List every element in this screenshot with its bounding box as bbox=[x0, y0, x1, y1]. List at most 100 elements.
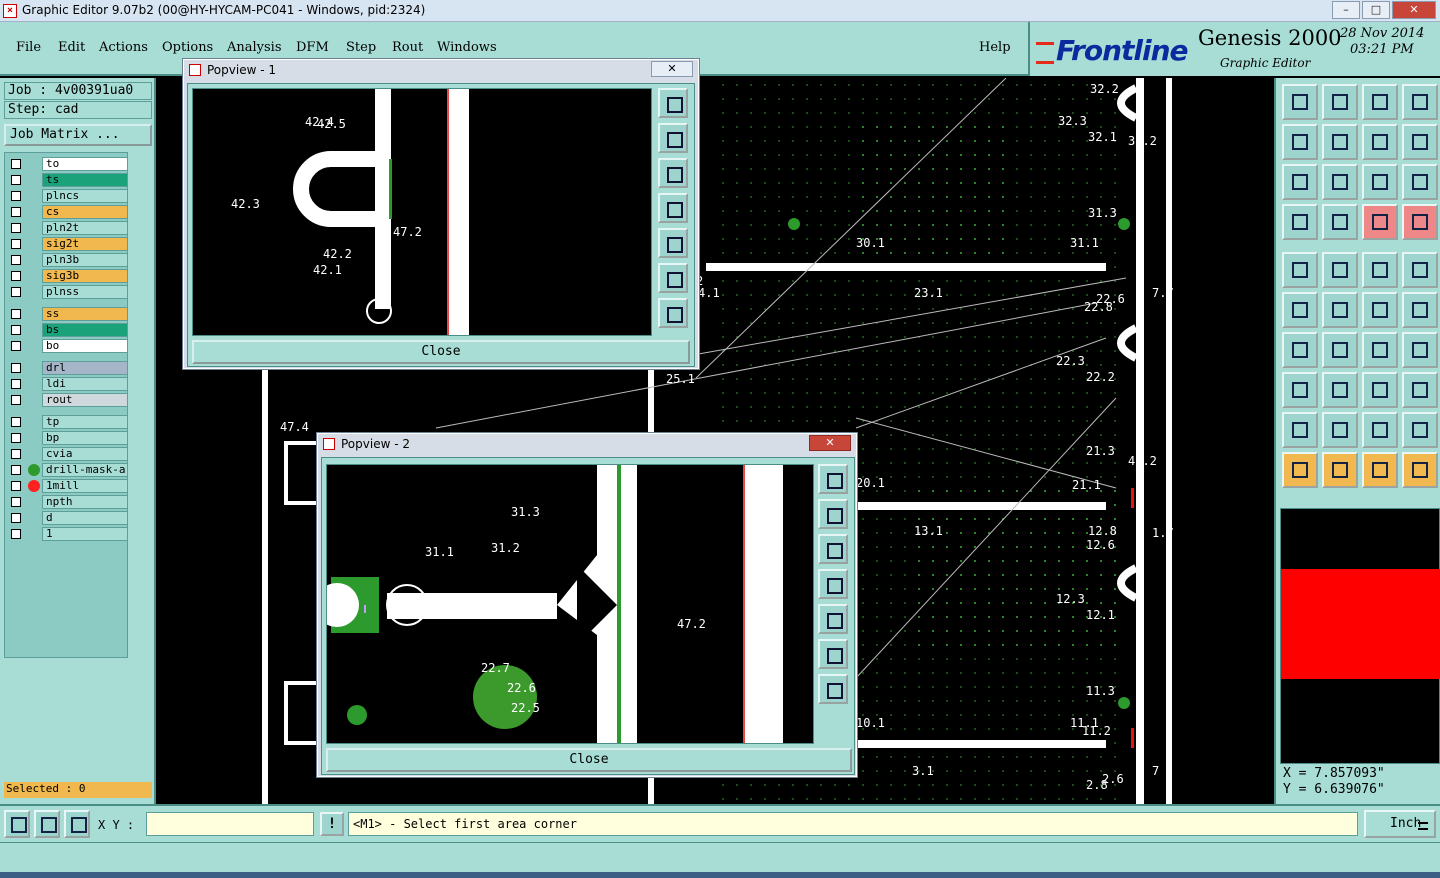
edit-tool-icon[interactable] bbox=[1282, 204, 1318, 240]
popview-1-tool-icon[interactable] bbox=[658, 263, 688, 293]
window-icon[interactable] bbox=[1402, 84, 1438, 120]
layer-checkbox[interactable] bbox=[11, 287, 21, 297]
layer-row[interactable]: bo bbox=[8, 339, 128, 353]
popview-2-close-button[interactable]: Close bbox=[326, 748, 852, 772]
menu-windows[interactable]: Windows bbox=[437, 40, 497, 55]
popview-2-tool-icon[interactable] bbox=[818, 534, 848, 564]
layer-row[interactable]: d bbox=[8, 511, 128, 525]
layer-checkbox[interactable] bbox=[11, 207, 21, 217]
menu-actions[interactable]: Actions bbox=[99, 40, 148, 55]
popview-2-close-icon[interactable]: ✕ bbox=[809, 435, 851, 451]
ruler-icon[interactable] bbox=[1362, 252, 1398, 288]
layer-name[interactable]: drl bbox=[42, 361, 128, 375]
cross-node-icon[interactable] bbox=[1322, 292, 1358, 328]
maximize-button[interactable]: □ bbox=[1362, 1, 1390, 19]
layer-name[interactable]: npth bbox=[42, 495, 128, 509]
zoom-fit-icon[interactable] bbox=[1282, 164, 1318, 200]
warning-button[interactable]: ! bbox=[320, 812, 344, 836]
layer-checkbox[interactable] bbox=[11, 417, 21, 427]
layer-row[interactable]: ldi bbox=[8, 377, 128, 391]
menu-file[interactable]: File bbox=[16, 40, 41, 55]
layer-checkbox[interactable] bbox=[11, 271, 21, 281]
layer-checkbox[interactable] bbox=[11, 433, 21, 443]
layers-red-icon[interactable] bbox=[1362, 204, 1398, 240]
zoom-area-icon[interactable] bbox=[4, 810, 30, 838]
layer-checkbox[interactable] bbox=[11, 529, 21, 539]
angle-icon[interactable] bbox=[1282, 332, 1318, 368]
layer-name[interactable]: 1 bbox=[42, 527, 128, 541]
layer-name[interactable]: plncs bbox=[42, 189, 128, 203]
layer-name[interactable]: cs bbox=[42, 205, 128, 219]
layer-name[interactable]: bs bbox=[42, 323, 128, 337]
popview-2-tool-icon[interactable] bbox=[818, 604, 848, 634]
slash-icon[interactable] bbox=[1322, 332, 1358, 368]
popview-1-view[interactable]: 42.4 42.5 42.3 47.2 42.2 42.1 bbox=[192, 88, 652, 336]
layers-pink-icon[interactable] bbox=[1402, 204, 1438, 240]
popview-1-tool-icon[interactable] bbox=[658, 298, 688, 328]
grid-snap-icon[interactable] bbox=[64, 810, 90, 838]
fit-home-icon[interactable] bbox=[1282, 84, 1318, 120]
menu-help[interactable]: Help bbox=[979, 40, 1011, 55]
layer-checkbox[interactable] bbox=[11, 395, 21, 405]
menu-dfm[interactable]: DFM bbox=[296, 40, 329, 55]
snap-node-icon[interactable] bbox=[1282, 252, 1318, 288]
layer-name[interactable]: rout bbox=[42, 393, 128, 407]
popview-1-tool-icon[interactable] bbox=[658, 193, 688, 223]
menu-analysis[interactable]: Analysis bbox=[227, 40, 282, 55]
layer-row[interactable]: cs bbox=[8, 205, 128, 219]
right-arrow-icon[interactable] bbox=[1322, 124, 1358, 160]
node-link-icon[interactable] bbox=[1282, 292, 1318, 328]
layer-row[interactable]: tp bbox=[8, 415, 128, 429]
close-window-button[interactable]: ✕ bbox=[1392, 1, 1436, 19]
layer-name[interactable]: sig2t bbox=[42, 237, 128, 251]
menu-step[interactable]: Step bbox=[346, 40, 376, 55]
layer-name[interactable]: ts bbox=[42, 173, 128, 187]
layer-name[interactable]: pln2t bbox=[42, 221, 128, 235]
select-multi-icon[interactable] bbox=[1402, 452, 1438, 488]
menu-rout[interactable]: Rout bbox=[392, 40, 423, 55]
layer-row[interactable]: cvia bbox=[8, 447, 128, 461]
layer-checkbox[interactable] bbox=[11, 513, 21, 523]
layer-row[interactable]: plnss bbox=[8, 285, 128, 299]
layer-name[interactable]: plnss bbox=[42, 285, 128, 299]
connect-icon[interactable] bbox=[1402, 292, 1438, 328]
layer-name[interactable]: ldi bbox=[42, 377, 128, 391]
group-icon[interactable] bbox=[1402, 372, 1438, 408]
layer-checkbox[interactable] bbox=[11, 449, 21, 459]
arch-icon[interactable] bbox=[1362, 412, 1398, 448]
xy-input[interactable] bbox=[146, 812, 314, 836]
popview-1-tool-icon[interactable] bbox=[658, 123, 688, 153]
menu-options[interactable]: Options bbox=[162, 40, 213, 55]
job-matrix-button[interactable]: Job Matrix ... bbox=[4, 124, 152, 146]
split-text-icon[interactable] bbox=[1402, 332, 1438, 368]
layer-checkbox[interactable] bbox=[11, 497, 21, 507]
draw-line-icon[interactable] bbox=[1322, 252, 1358, 288]
popview-2-tool-icon[interactable] bbox=[818, 674, 848, 704]
rotate-icon[interactable] bbox=[1402, 124, 1438, 160]
layer-checkbox[interactable] bbox=[11, 159, 21, 169]
layer-name[interactable]: sig3b bbox=[42, 269, 128, 283]
layer-checkbox[interactable] bbox=[11, 341, 21, 351]
popview-1-tool-icon[interactable] bbox=[658, 158, 688, 188]
triangle-icon[interactable] bbox=[1282, 412, 1318, 448]
split-node-icon[interactable] bbox=[1362, 292, 1398, 328]
layer-name[interactable]: bp bbox=[42, 431, 128, 445]
left-arrow-icon[interactable] bbox=[1282, 124, 1318, 160]
layer-row[interactable]: plncs bbox=[8, 189, 128, 203]
layer-row[interactable]: pln2t bbox=[8, 221, 128, 235]
layer-name[interactable]: pln3b bbox=[42, 253, 128, 267]
layer-checkbox[interactable] bbox=[11, 191, 21, 201]
zoom-center-icon[interactable] bbox=[1322, 164, 1358, 200]
layer-name[interactable]: drill-mask-a bbox=[42, 463, 128, 477]
arch-split-icon[interactable] bbox=[1402, 412, 1438, 448]
layer-name[interactable]: bo bbox=[42, 339, 128, 353]
layer-checkbox[interactable] bbox=[11, 325, 21, 335]
layer-checkbox[interactable] bbox=[11, 223, 21, 233]
select-lasso-icon[interactable] bbox=[1362, 452, 1398, 488]
align-icon[interactable] bbox=[1362, 372, 1398, 408]
layer-checkbox[interactable] bbox=[11, 175, 21, 185]
layer-row[interactable]: 1 bbox=[8, 527, 128, 541]
view-down-icon[interactable] bbox=[1322, 84, 1358, 120]
layer-row[interactable]: drl bbox=[8, 361, 128, 375]
layer-name[interactable]: 1mill bbox=[42, 479, 128, 493]
